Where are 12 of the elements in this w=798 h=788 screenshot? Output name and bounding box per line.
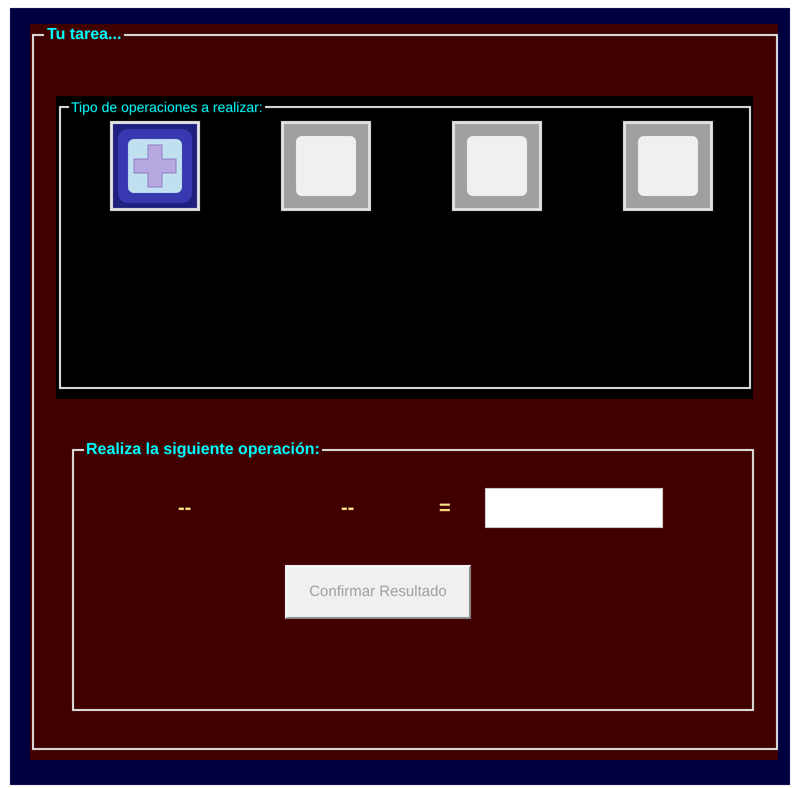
frame-title: Tipo de operaciones a realizar: [70, 99, 264, 115]
frame-title: Realiza la siguiente operación: [85, 441, 321, 459]
blank-icon [638, 136, 698, 196]
plus-icon [118, 129, 192, 203]
blank-icon [467, 136, 527, 196]
second-operand: -- [341, 496, 356, 521]
equals-sign: = [439, 496, 452, 521]
answer-field[interactable] [485, 488, 663, 528]
operation-button[interactable] [110, 121, 200, 211]
first-operand: -- [178, 496, 192, 521]
blank-icon [296, 136, 356, 196]
frame-title: Tu tarea... [46, 26, 122, 44]
